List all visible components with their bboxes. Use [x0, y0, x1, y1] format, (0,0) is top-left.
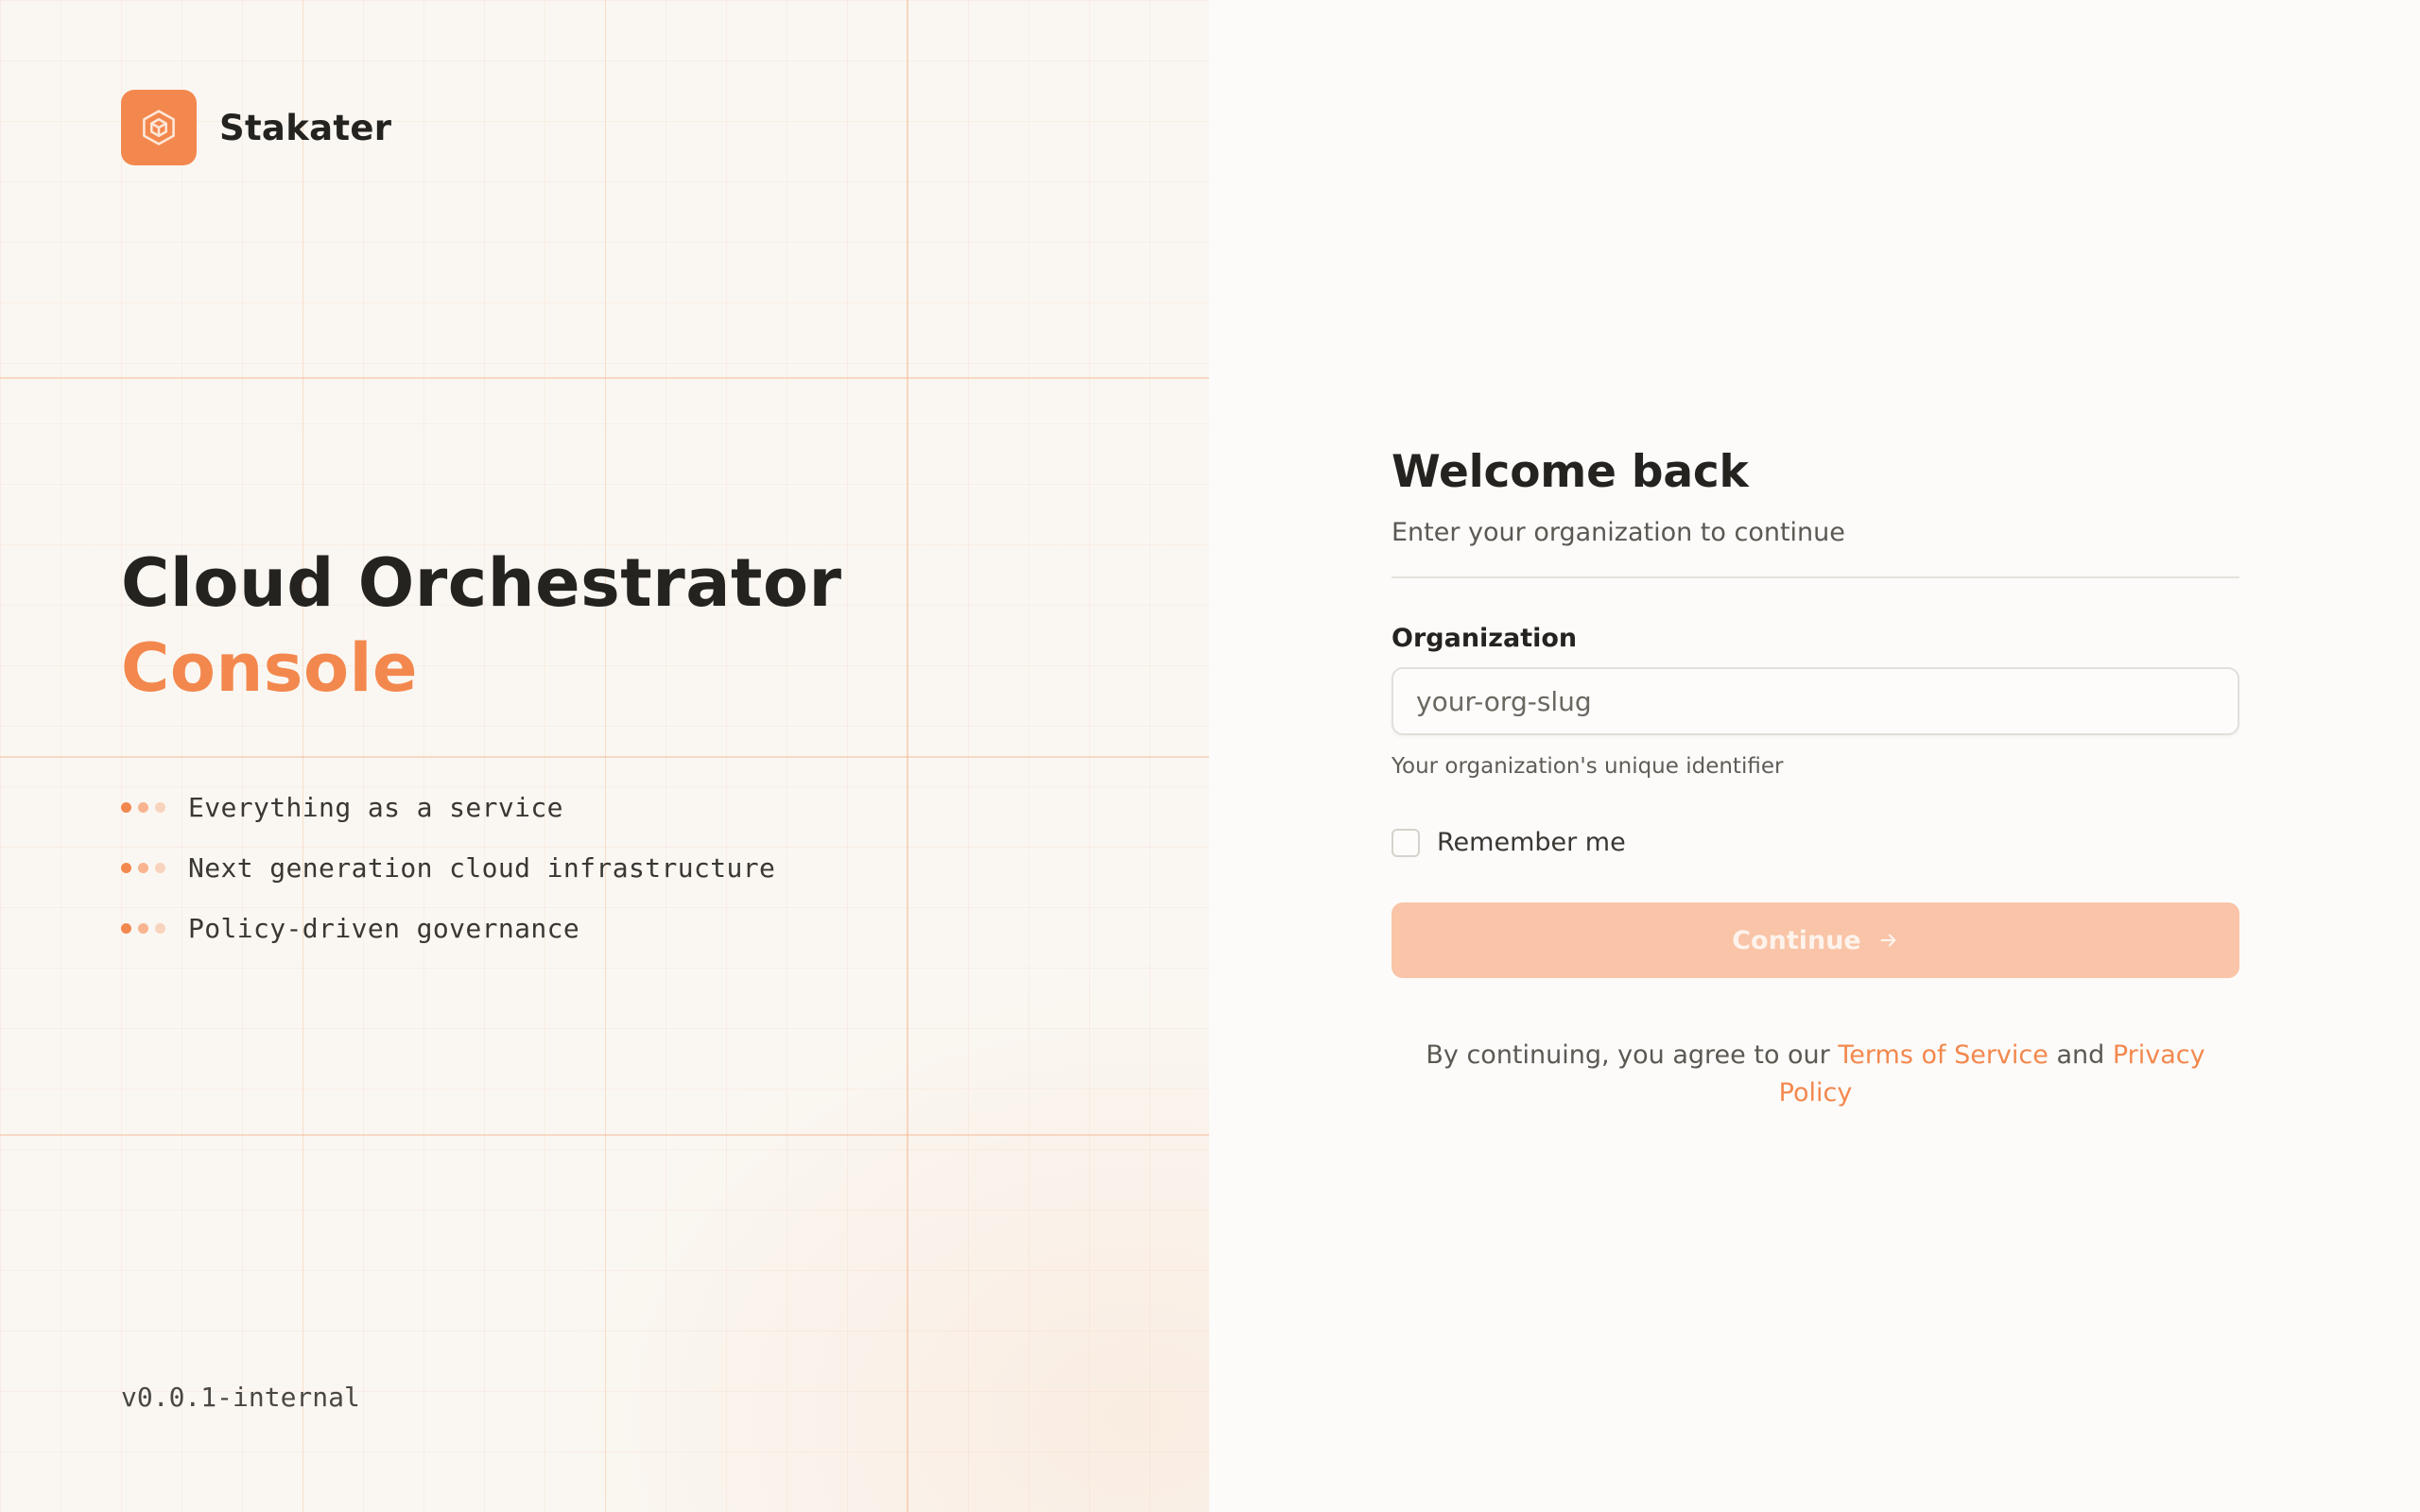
legal-prefix: By continuing, you agree to our — [1426, 1040, 1830, 1070]
organization-input[interactable] — [1393, 685, 2238, 717]
feature-item: Policy-driven governance — [121, 898, 775, 958]
grid-line — [907, 0, 908, 1512]
feature-text: Policy-driven governance — [188, 912, 580, 944]
remember-me-row[interactable]: Remember me — [1392, 828, 2239, 857]
continue-button-label: Continue — [1732, 925, 1861, 955]
hero-title-line2: Console — [121, 629, 419, 707]
brand-name: Stakater — [219, 107, 392, 148]
login-form: Welcome back Enter your organization to … — [1392, 437, 2239, 1138]
grid-line — [302, 0, 303, 1512]
hero-panel: Stakater Cloud Orchestrator Console Ever… — [0, 0, 1209, 1512]
form-subtitle: Enter your organization to continue — [1392, 518, 1845, 547]
grid-line — [605, 0, 606, 1512]
bullet-dots-icon — [121, 862, 165, 873]
feature-text: Next generation cloud infrastructure — [188, 851, 776, 884]
form-title: Welcome back — [1392, 446, 1749, 498]
feature-item: Next generation cloud infrastructure — [121, 837, 775, 898]
organization-label: Organization — [1392, 624, 1578, 653]
terms-of-service-link[interactable]: Terms of Service — [1838, 1040, 2048, 1070]
login-page: Stakater Cloud Orchestrator Console Ever… — [0, 0, 2420, 1512]
organization-help-text: Your organization's unique identifier — [1392, 754, 1784, 779]
legal-and: and — [2056, 1040, 2105, 1070]
feature-item: Everything as a service — [121, 777, 775, 837]
feature-list: Everything as a service Next generation … — [121, 777, 775, 958]
organization-field[interactable] — [1392, 667, 2239, 735]
remember-me-checkbox[interactable] — [1392, 828, 1420, 857]
cube-icon — [121, 90, 197, 165]
continue-button[interactable]: Continue — [1392, 902, 2239, 978]
arrow-right-icon — [1878, 930, 1899, 951]
bullet-dots-icon — [121, 801, 165, 813]
bullet-dots-icon — [121, 922, 165, 934]
version-label: v0.0.1-internal — [121, 1382, 360, 1413]
hero-title: Cloud Orchestrator Console — [121, 541, 842, 711]
divider — [1392, 576, 2239, 578]
brand: Stakater — [121, 90, 391, 165]
login-panel: Welcome back Enter your organization to … — [1209, 0, 2420, 1512]
remember-me-label[interactable]: Remember me — [1437, 828, 1626, 857]
feature-text: Everything as a service — [188, 791, 563, 823]
hero-title-line1: Cloud Orchestrator — [121, 544, 842, 622]
legal-notice: By continuing, you agree to our Terms of… — [1392, 1037, 2239, 1112]
